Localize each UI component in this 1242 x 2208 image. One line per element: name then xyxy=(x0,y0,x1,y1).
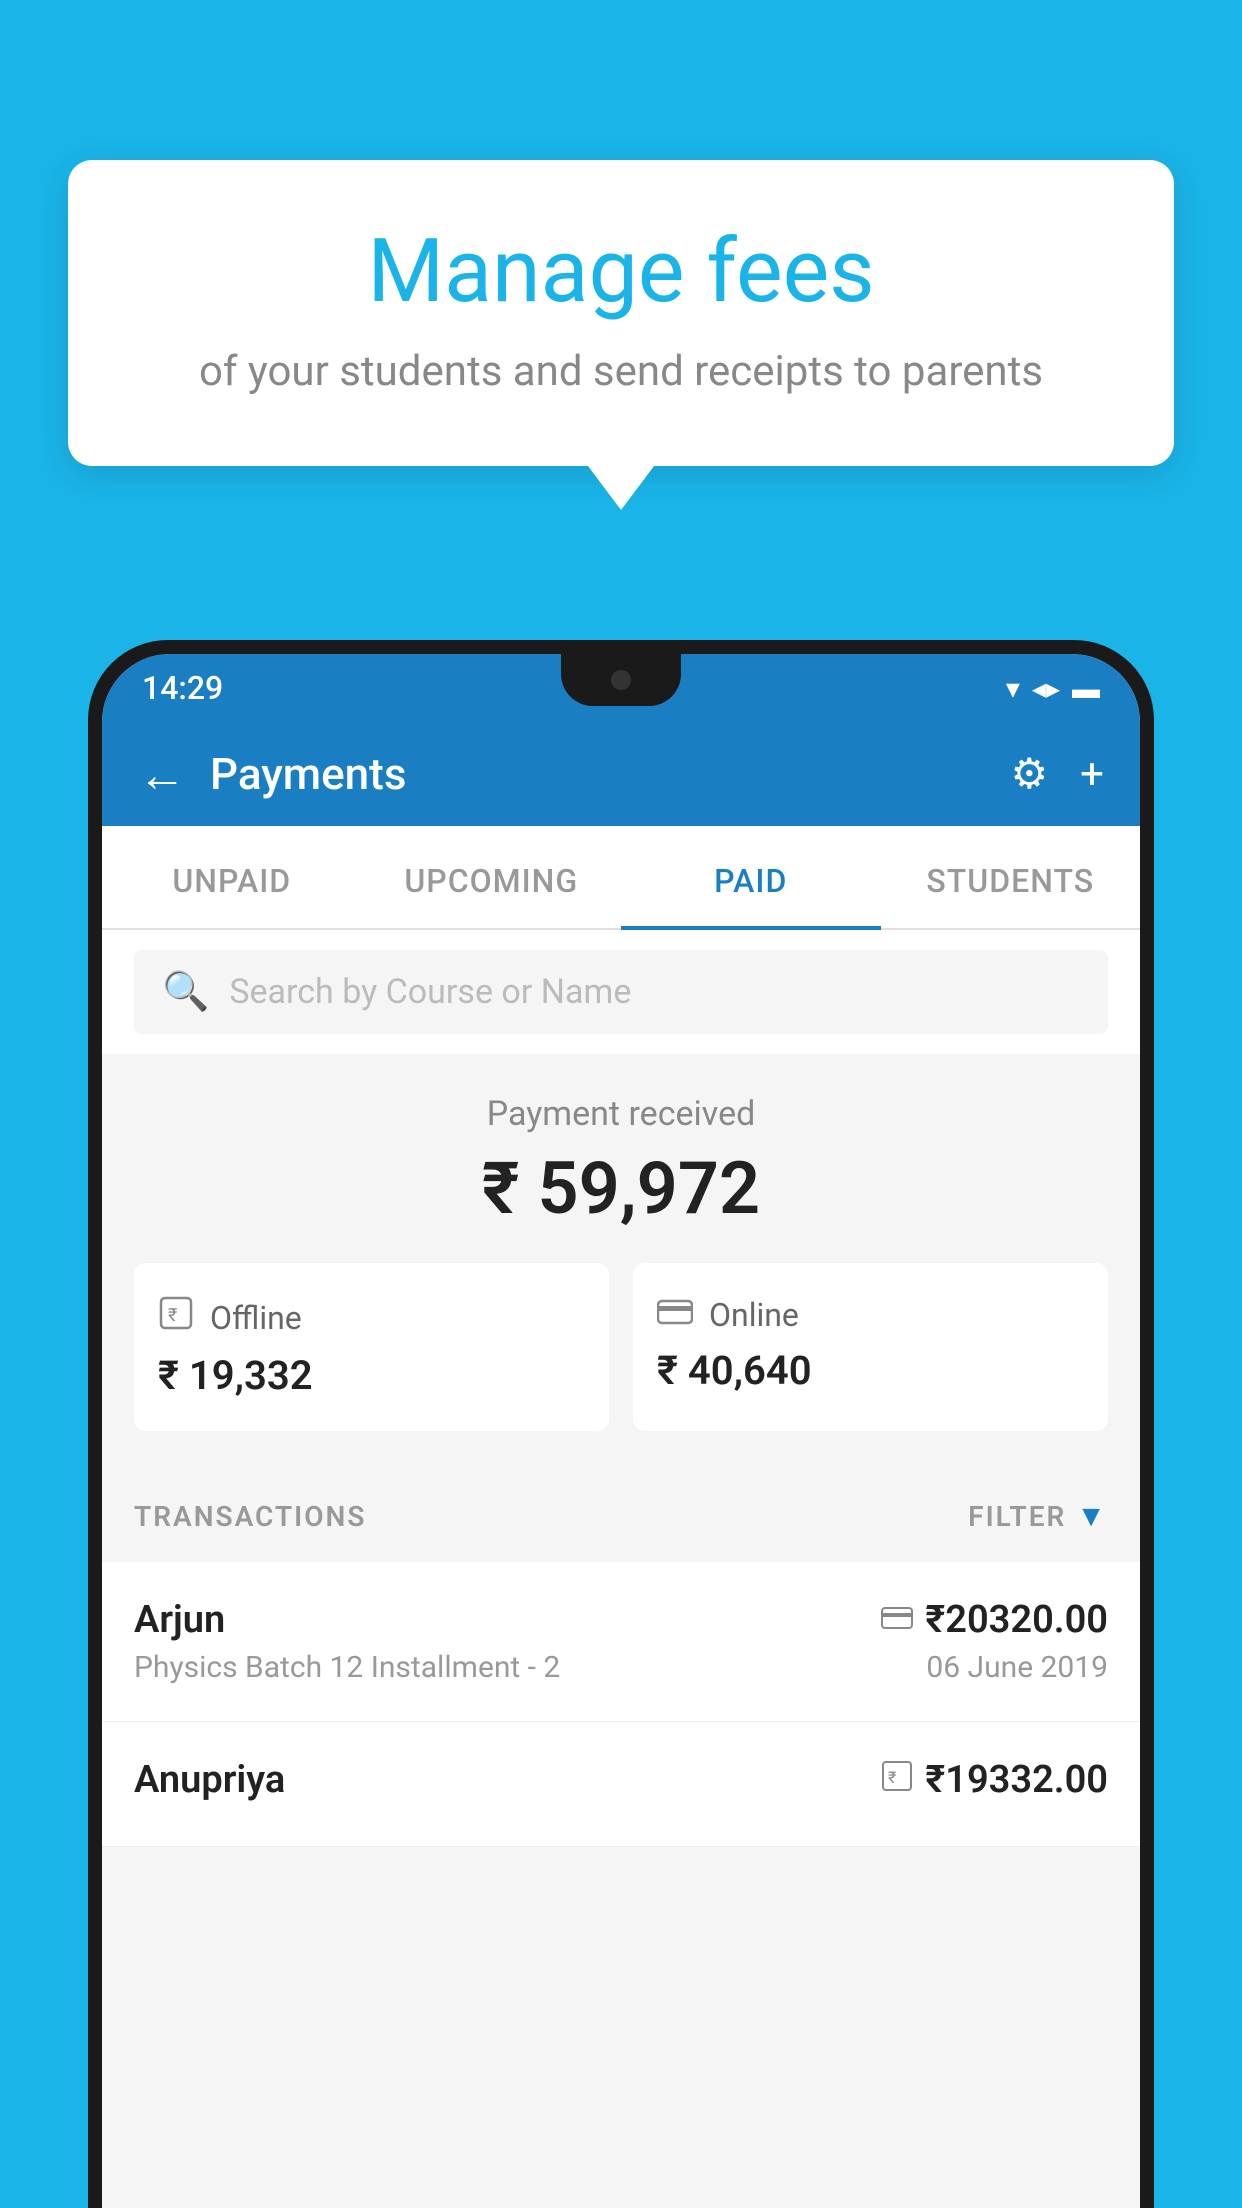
search-container: 🔍 Search by Course or Name xyxy=(102,930,1140,1054)
status-bar: 14:29 ▾ ◂▸ ▬ xyxy=(102,654,1140,722)
search-box[interactable]: 🔍 Search by Course or Name xyxy=(134,950,1108,1034)
phone-notch xyxy=(561,654,681,706)
bubble-title: Manage fees xyxy=(148,220,1094,323)
search-icon: 🔍 xyxy=(162,970,209,1014)
transaction-item[interactable]: Arjun Physics Batch 12 Installment - 2 xyxy=(102,1562,1140,1722)
txn-date: 06 June 2019 xyxy=(881,1650,1108,1685)
txn-name: Anupriya xyxy=(134,1758,285,1802)
txn-left: Anupriya xyxy=(134,1758,285,1810)
filter-icon: ▼ xyxy=(1076,1499,1108,1534)
offline-icon: ₹ xyxy=(158,1295,194,1340)
txn-right: ₹20320.00 06 June 2019 xyxy=(881,1598,1108,1685)
app-background: Manage fees of your students and send re… xyxy=(0,0,1242,2208)
back-button[interactable]: ← xyxy=(138,746,186,803)
status-icons: ▾ ◂▸ ▬ xyxy=(1006,672,1100,705)
txn-payment-icon-offline: ₹ xyxy=(881,1760,913,1800)
online-card-top: Online xyxy=(657,1295,1084,1335)
bubble-subtitle: of your students and send receipts to pa… xyxy=(148,347,1094,396)
txn-amount-row: ₹ ₹19332.00 xyxy=(881,1758,1108,1802)
offline-label: Offline xyxy=(210,1299,302,1337)
payment-label: Payment received xyxy=(134,1094,1108,1134)
offline-card-top: ₹ Offline xyxy=(158,1295,585,1340)
page-title: Payments xyxy=(210,748,987,800)
txn-payment-icon xyxy=(881,1601,913,1639)
status-time: 14:29 xyxy=(142,669,223,707)
payment-summary: Payment received ₹ 59,972 ₹ xyxy=(102,1054,1140,1471)
tabs-bar: UNPAID UPCOMING PAID STUDENTS xyxy=(102,826,1140,930)
svg-text:₹: ₹ xyxy=(888,1768,896,1787)
online-icon xyxy=(657,1295,693,1335)
settings-icon[interactable]: ⚙ xyxy=(1011,749,1049,799)
online-payment-card: Online ₹ 40,640 xyxy=(633,1263,1108,1431)
offline-amount: ₹ 19,332 xyxy=(158,1352,585,1399)
transaction-item[interactable]: Anupriya ₹ ₹19332.00 xyxy=(102,1722,1140,1847)
battery-icon: ▬ xyxy=(1072,672,1100,705)
wifi-icon: ▾ xyxy=(1006,672,1020,705)
online-label: Online xyxy=(709,1296,799,1334)
phone-screen: 14:29 ▾ ◂▸ ▬ ← Payments ⚙ + xyxy=(102,654,1140,2208)
txn-detail: Physics Batch 12 Installment - 2 xyxy=(134,1650,560,1685)
filter-button[interactable]: FILTER ▼ xyxy=(968,1499,1108,1534)
tab-paid[interactable]: PAID xyxy=(621,826,881,928)
header-actions: ⚙ + xyxy=(1011,749,1105,799)
phone-outer-frame: 14:29 ▾ ◂▸ ▬ ← Payments ⚙ + xyxy=(88,640,1154,2208)
tab-upcoming[interactable]: UPCOMING xyxy=(362,826,622,928)
offline-payment-card: ₹ Offline ₹ 19,332 xyxy=(134,1263,609,1431)
txn-amount-row: ₹20320.00 xyxy=(881,1598,1108,1642)
txn-amount: ₹19332.00 xyxy=(925,1758,1108,1802)
txn-name: Arjun xyxy=(134,1598,560,1642)
txn-amount: ₹20320.00 xyxy=(925,1598,1108,1642)
search-placeholder: Search by Course or Name xyxy=(229,972,631,1012)
payment-total: ₹ 59,972 xyxy=(134,1146,1108,1231)
txn-right: ₹ ₹19332.00 xyxy=(881,1758,1108,1810)
front-camera xyxy=(611,670,631,690)
txn-left: Arjun Physics Batch 12 Installment - 2 xyxy=(134,1598,560,1685)
phone-mockup: 14:29 ▾ ◂▸ ▬ ← Payments ⚙ + xyxy=(88,640,1154,2208)
payment-cards: ₹ Offline ₹ 19,332 xyxy=(134,1263,1108,1431)
tab-unpaid[interactable]: UNPAID xyxy=(102,826,362,928)
app-header: ← Payments ⚙ + xyxy=(102,722,1140,826)
online-amount: ₹ 40,640 xyxy=(657,1347,1084,1394)
signal-icon: ◂▸ xyxy=(1032,672,1060,705)
filter-label: FILTER xyxy=(968,1500,1066,1533)
transactions-header: TRANSACTIONS FILTER ▼ xyxy=(102,1471,1140,1562)
svg-text:₹: ₹ xyxy=(168,1305,177,1326)
tab-students[interactable]: STUDENTS xyxy=(881,826,1141,928)
speech-bubble-card: Manage fees of your students and send re… xyxy=(68,160,1174,466)
transactions-label: TRANSACTIONS xyxy=(134,1500,366,1533)
add-icon[interactable]: + xyxy=(1080,750,1104,799)
